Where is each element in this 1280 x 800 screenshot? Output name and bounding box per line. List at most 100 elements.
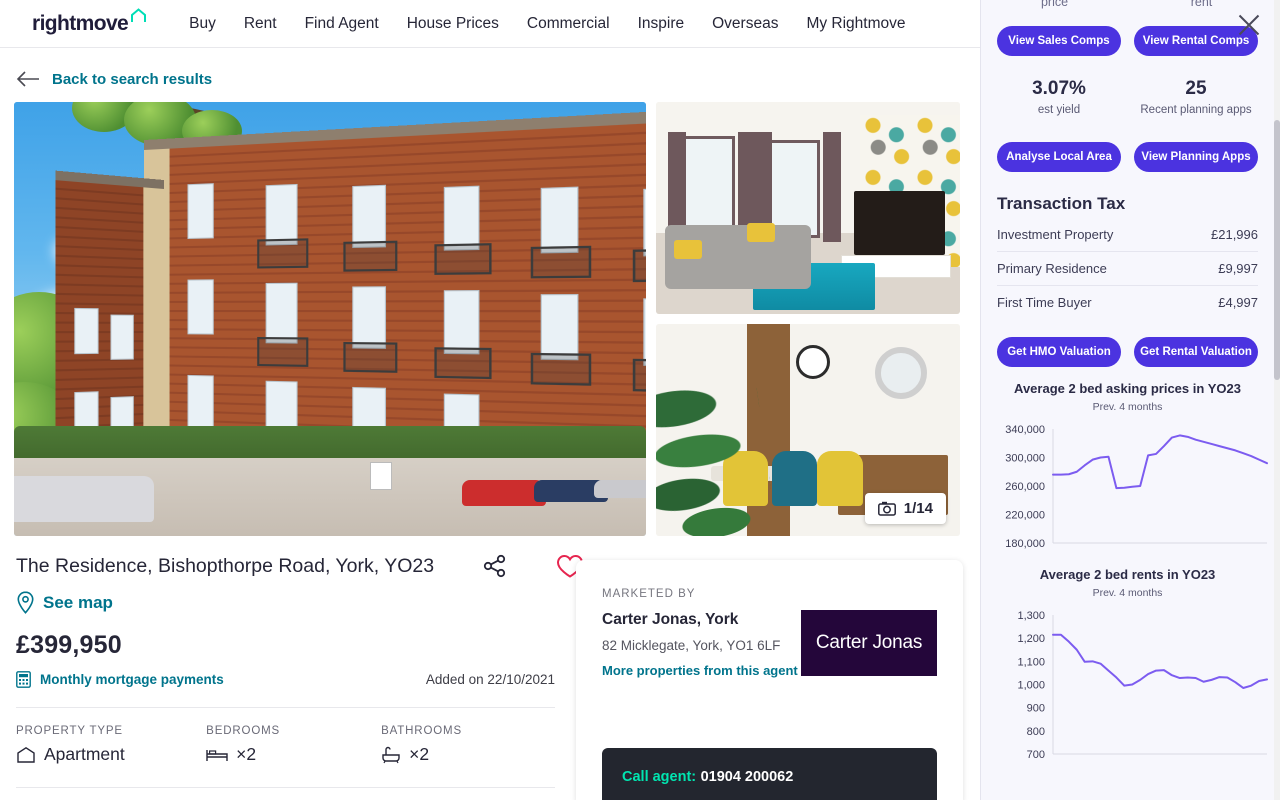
valuation-button-row: Get HMO Valuation Get Rental Valuation	[981, 337, 1274, 367]
chart-subtitle: Prev. 4 months	[1092, 587, 1163, 599]
spec-label: BEDROOMS	[206, 725, 281, 737]
monthly-mortgage-link[interactable]: Monthly mortgage payments	[16, 671, 224, 688]
agent-card: MARKETED BY Carter Jonas, York 82 Mickle…	[576, 560, 963, 800]
photo-counter-label: 1/14	[903, 500, 933, 517]
roof-icon	[130, 7, 147, 23]
calculator-icon	[16, 671, 31, 688]
stat-value: 25	[1185, 78, 1207, 99]
property-specs: PROPERTY TYPE Apartment BEDROOMS ×2 BATH…	[16, 725, 556, 765]
get-rental-valuation-button[interactable]: Get Rental Valuation	[1134, 337, 1258, 367]
analytics-panel: price rent View Sales Comps View Rental …	[980, 0, 1274, 800]
nav-item-house-prices[interactable]: House Prices	[393, 15, 513, 33]
nav-item-find-agent[interactable]: Find Agent	[291, 15, 393, 33]
camera-icon	[877, 501, 896, 516]
see-map-label: See map	[43, 592, 113, 612]
asking-prices-line-chart: 340,000 300,000 260,000 220,000 180,000	[1005, 424, 1268, 550]
monthly-mortgage-label: Monthly mortgage payments	[40, 672, 224, 687]
chart-title: Average 2 bed rents in YO23	[1039, 567, 1216, 582]
logo-text: rightmove	[32, 11, 129, 35]
nav-item-overseas[interactable]: Overseas	[698, 15, 792, 33]
rents-chart-block: Average 2 bed rents in YO23 Prev. 4 mont…	[981, 567, 1274, 764]
analysis-button-row: Analyse Local Area View Planning Apps	[981, 142, 1274, 172]
see-map-button[interactable]: See map	[16, 591, 556, 614]
call-agent-box[interactable]: Call agent: 01904 200062	[602, 748, 937, 800]
hero-photo[interactable]	[14, 102, 646, 536]
share-icon[interactable]	[482, 554, 508, 578]
y-axis-tick-label: 1,000	[1017, 680, 1045, 692]
spec-value: ×2	[409, 744, 430, 764]
spec-value-row: Apartment	[16, 744, 206, 765]
car	[14, 476, 154, 522]
back-bar: Back to search results	[0, 60, 980, 98]
y-axis-tick-label: 340,000	[1005, 424, 1045, 436]
arrow-left-icon[interactable]	[16, 71, 40, 87]
comps-button-row: View Sales Comps View Rental Comps	[981, 26, 1274, 56]
back-to-search-results-link[interactable]: Back to search results	[52, 71, 212, 88]
rightmove-logo[interactable]: rightmove	[32, 7, 147, 36]
nav-item-commercial[interactable]: Commercial	[513, 15, 624, 33]
chart-series-line	[1052, 434, 1268, 490]
chart-subtitle: Prev. 4 months	[1092, 401, 1163, 413]
marketed-by-label: MARKETED BY	[602, 588, 696, 600]
analyse-local-area-button[interactable]: Analyse Local Area	[997, 142, 1121, 172]
get-hmo-valuation-button[interactable]: Get HMO Valuation	[997, 337, 1121, 367]
panel-scrollbar-thumb[interactable]	[1274, 120, 1280, 380]
tax-row-investment-property: Investment Property £21,996	[997, 218, 1258, 252]
page-title: The Residence, Bishopthorpe Road, York, …	[16, 554, 435, 577]
top-navigation: rightmove Buy Rent Find Agent House Pric…	[0, 0, 980, 48]
y-axis-tick-label: 260,000	[1005, 481, 1045, 493]
car	[594, 480, 646, 498]
thumbnail-living-room[interactable]	[656, 102, 960, 314]
chart-canvas-wrapper: 340,000 300,000 260,000 220,000 180,000	[981, 423, 1274, 553]
y-axis-tick-label: 900	[1027, 703, 1045, 715]
spec-value: Apartment	[44, 744, 125, 764]
chart-canvas-wrapper: 1,300 1,200 1,100 1,000 900 800 700	[981, 609, 1274, 764]
panel-cut-labels: price rent	[981, 0, 1274, 9]
spec-property-type: PROPERTY TYPE Apartment	[16, 725, 206, 765]
close-icon[interactable]	[1238, 14, 1260, 36]
thumbnail-column: 1/14	[656, 102, 960, 536]
spec-bathrooms: BATHROOMS ×2	[381, 725, 556, 765]
spec-label: PROPERTY TYPE	[16, 725, 123, 737]
tax-label: Primary Residence	[997, 261, 1107, 276]
tax-row-first-time-buyer: First Time Buyer £4,997	[997, 286, 1258, 319]
panel-cut-label-rent: rent	[1190, 0, 1213, 9]
transaction-tax-title: Transaction Tax	[997, 194, 1126, 213]
agent-logo-text: Carter Jonas	[815, 632, 923, 653]
y-axis-tick-label: 700	[1027, 749, 1045, 761]
photo-counter[interactable]: 1/14	[864, 493, 946, 524]
nav-item-my-rightmove[interactable]: My Rightmove	[792, 15, 919, 33]
title-row: The Residence, Bishopthorpe Road, York, …	[16, 552, 584, 580]
nav-item-buy[interactable]: Buy	[175, 15, 230, 33]
spec-value-row: ×2	[206, 744, 381, 765]
house-icon	[16, 746, 36, 764]
bath-icon	[381, 746, 401, 764]
stat-label: Recent planning apps	[1140, 104, 1252, 116]
nav-item-inspire[interactable]: Inspire	[624, 15, 699, 33]
y-axis-tick-label: 800	[1027, 726, 1045, 738]
y-axis-tick-label: 1,100	[1017, 656, 1045, 668]
bed-icon	[206, 747, 228, 763]
view-sales-comps-button[interactable]: View Sales Comps	[997, 26, 1121, 56]
stat-est-yield: 3.07% est yield	[997, 78, 1121, 116]
thumbnail-dining-room[interactable]: 1/14	[656, 324, 960, 536]
property-price: £399,950	[16, 631, 122, 659]
added-on-date: Added on 22/10/2021	[425, 672, 555, 687]
rents-line-chart: 1,300 1,200 1,100 1,000 900 800 700	[1017, 610, 1268, 761]
view-planning-apps-button[interactable]: View Planning Apps	[1134, 142, 1258, 172]
tax-value: £4,997	[1218, 295, 1258, 310]
divider	[16, 787, 555, 788]
divider	[16, 707, 555, 708]
spec-label: BATHROOMS	[381, 725, 463, 737]
panel-cut-label-price: price	[1040, 0, 1069, 9]
call-agent-number: 01904 200062	[700, 769, 794, 785]
tax-label: First Time Buyer	[997, 295, 1092, 310]
call-agent-label: Call agent:	[622, 769, 697, 785]
spec-value: ×2	[236, 744, 257, 764]
tax-value: £21,996	[1211, 227, 1258, 242]
stat-value: 3.07%	[1032, 78, 1086, 99]
nav-item-rent[interactable]: Rent	[230, 15, 291, 33]
y-axis-tick-label: 180,000	[1005, 538, 1045, 550]
y-axis-tick-label: 1,300	[1017, 610, 1045, 622]
agent-logo: Carter Jonas	[801, 610, 937, 676]
